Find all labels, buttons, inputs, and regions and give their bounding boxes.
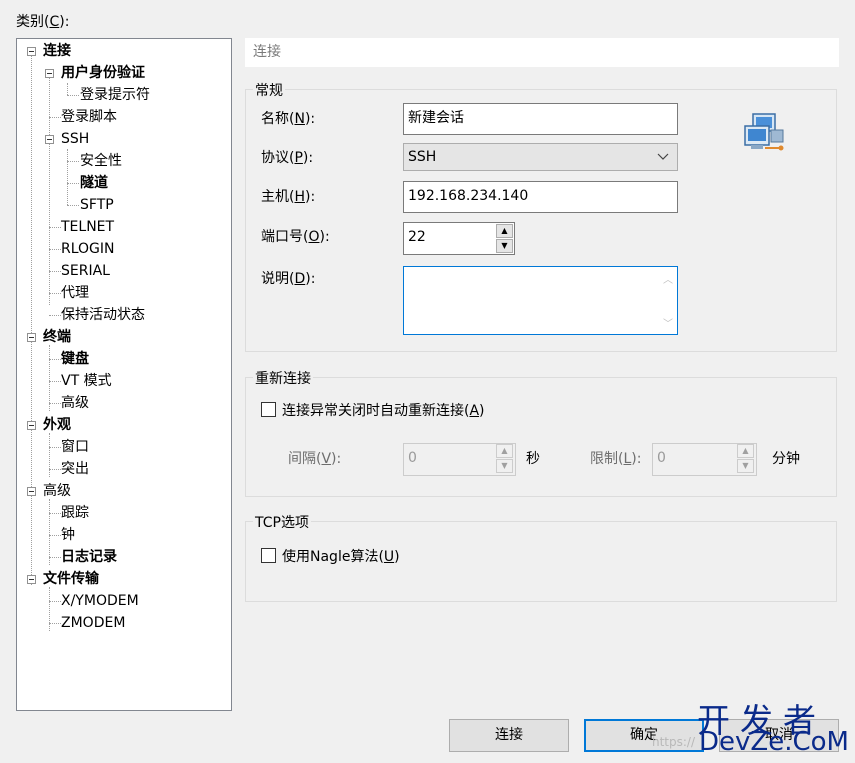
tree-item-keyboard[interactable]: 键盘 — [61, 349, 89, 369]
interval-label: 间隔(V): — [288, 451, 342, 467]
tree-item-keep-alive[interactable]: 保持活动状态 — [61, 305, 145, 325]
tree-item-advanced[interactable]: 高级 — [43, 481, 71, 501]
port-stepper[interactable]: ▲ ▼ — [496, 224, 514, 254]
tree-item-tunneling[interactable]: 隧道 — [80, 173, 108, 193]
interval-stepper[interactable]: ▲ ▼ — [496, 444, 514, 475]
tree-item-security[interactable]: 安全性 — [80, 151, 122, 171]
tree-item-xymodem[interactable]: X/YMODEM — [61, 591, 139, 611]
tree-item-logging[interactable]: 日志记录 — [61, 547, 117, 567]
limit-stepper[interactable]: ▲ ▼ — [737, 444, 755, 475]
tree-collapse-icon[interactable] — [27, 333, 36, 342]
auto-reconnect-label[interactable]: 连接异常关闭时自动重新连接(A) — [282, 400, 485, 420]
spin-up-icon[interactable]: ▲ — [496, 224, 513, 238]
tree-collapse-icon[interactable] — [45, 69, 54, 78]
tree-item-terminal[interactable]: 终端 — [43, 327, 71, 347]
spin-up-icon[interactable]: ▲ — [496, 444, 513, 458]
tree-item-proxy[interactable]: 代理 — [61, 283, 89, 303]
watermark-logo-en: DevZe.CoM — [699, 727, 849, 757]
connect-button[interactable]: 连接 — [449, 719, 569, 752]
tree-collapse-icon[interactable] — [27, 487, 36, 496]
nagle-label[interactable]: 使用Nagle算法(U) — [282, 546, 400, 566]
limit-label: 限制(L): — [590, 451, 642, 467]
tree-item-highlight[interactable]: 突出 — [61, 459, 89, 479]
page-title: 连接 — [245, 38, 839, 67]
limit-unit: 分钟 — [772, 451, 800, 467]
general-group-title: 常规 — [253, 80, 285, 100]
description-label: 说明(D): — [261, 271, 316, 287]
tree-item-ssh[interactable]: SSH — [61, 129, 89, 149]
tree-item-rlogin[interactable]: RLOGIN — [61, 239, 115, 259]
tree-item-sftp[interactable]: SFTP — [80, 195, 114, 215]
category-label: 类别(C): — [16, 14, 70, 30]
tree-collapse-icon[interactable] — [27, 575, 36, 584]
spin-down-icon[interactable]: ▼ — [737, 459, 754, 473]
name-field[interactable]: 新建会话 — [403, 103, 678, 135]
chevron-down-icon — [657, 144, 669, 179]
tree-item-connection[interactable]: 连接 — [43, 41, 71, 61]
watermark-url: https:// — [652, 735, 696, 749]
protocol-select[interactable]: SSH — [403, 143, 678, 171]
tcp-group-title: TCP选项 — [253, 512, 311, 532]
tree-item-serial[interactable]: SERIAL — [61, 261, 110, 281]
tree-item-bell[interactable]: 钟 — [61, 525, 75, 545]
spin-down-icon[interactable]: ▼ — [496, 459, 513, 473]
reconnect-group-title: 重新连接 — [253, 368, 313, 388]
host-field[interactable]: 192.168.234.140 — [403, 181, 678, 213]
tree-item-appearance[interactable]: 外观 — [43, 415, 71, 435]
tree-item-trace[interactable]: 跟踪 — [61, 503, 89, 523]
protocol-label: 协议(P): — [261, 150, 314, 166]
tree-item-terminal-advanced[interactable]: 高级 — [61, 393, 89, 413]
tree-collapse-icon[interactable] — [45, 135, 54, 144]
port-label: 端口号(O): — [261, 229, 330, 245]
network-computers-icon — [743, 112, 787, 154]
name-label: 名称(N): — [261, 111, 316, 127]
tree-item-file-transfer[interactable]: 文件传输 — [43, 569, 99, 589]
tree-item-telnet[interactable]: TELNET — [61, 217, 114, 237]
tree-collapse-icon[interactable] — [27, 421, 36, 430]
tree-item-login-scripts[interactable]: 登录脚本 — [61, 107, 117, 127]
tree-item-login-prompts[interactable]: 登录提示符 — [80, 85, 150, 105]
scroll-up-icon[interactable]: ︿ — [663, 271, 673, 286]
scroll-down-icon[interactable]: ﹀ — [663, 315, 673, 330]
tree-item-vt-modes[interactable]: VT 模式 — [61, 371, 112, 391]
protocol-value: SSH — [408, 149, 437, 165]
host-label: 主机(H): — [261, 189, 316, 205]
spin-up-icon[interactable]: ▲ — [737, 444, 754, 458]
tree-item-authentication[interactable]: 用户身份验证 — [61, 63, 145, 83]
spin-down-icon[interactable]: ▼ — [496, 239, 513, 253]
category-tree[interactable]: 连接 用户身份验证 登录提示符 登录脚本 SSH 安全性 隧道 SFTP TEL… — [16, 38, 232, 711]
tree-collapse-icon[interactable] — [27, 47, 36, 56]
reconnect-group — [245, 377, 837, 497]
interval-unit: 秒 — [526, 451, 540, 467]
nagle-checkbox[interactable] — [261, 548, 276, 563]
tree-item-window[interactable]: 窗口 — [61, 437, 89, 457]
description-field[interactable]: ︿ ﹀ — [403, 266, 678, 335]
tree-item-zmodem[interactable]: ZMODEM — [61, 613, 125, 633]
auto-reconnect-checkbox[interactable] — [261, 402, 276, 417]
